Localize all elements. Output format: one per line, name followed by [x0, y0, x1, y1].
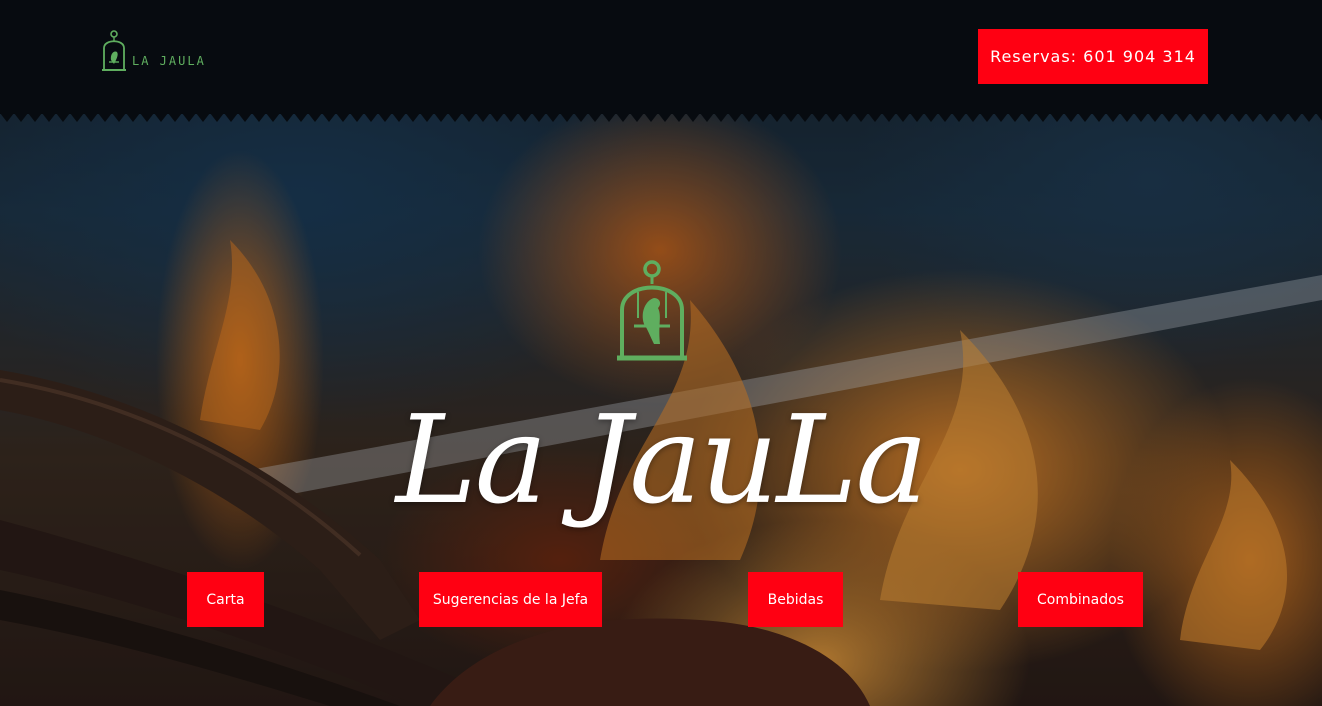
menu-button-sugerencias[interactable]: Sugerencias de la Jefa [419, 572, 602, 627]
hero-title: La JauLa [395, 389, 929, 531]
menu-button-carta[interactable]: Carta [187, 572, 264, 627]
menu-button-combinados[interactable]: Combinados [1018, 572, 1143, 627]
header-zigzag-edge [0, 113, 1322, 122]
menu-button-bebidas[interactable]: Bebidas [748, 572, 843, 627]
site-header: LA JAULA Reservas: 601 904 314 [0, 0, 1322, 114]
brand-name: LA JAULA [132, 53, 206, 68]
brand-logo-link[interactable]: LA JAULA [100, 30, 206, 77]
birdcage-icon [100, 30, 128, 77]
birdcage-icon [614, 260, 690, 369]
reservations-button[interactable]: Reservas: 601 904 314 [978, 29, 1208, 84]
